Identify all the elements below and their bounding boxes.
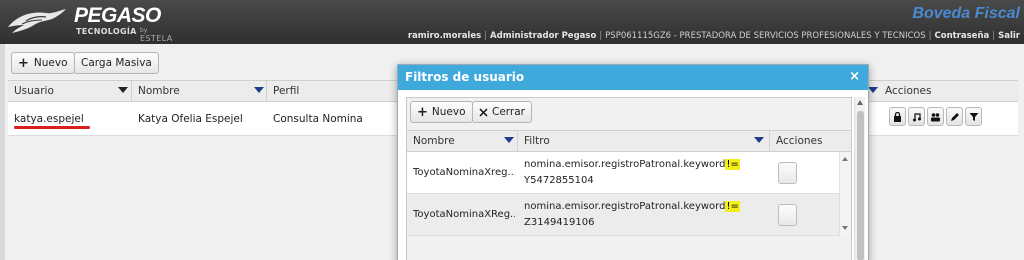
filters-grid-header: Nombre Filtro Acciones [407,130,851,152]
table-row[interactable]: ToyotaNominaXReg... nomina.emisor.regist… [407,194,839,236]
filter-name: ToyotaNominaXReg... [413,209,515,220]
password-link[interactable]: Contraseña [935,31,990,41]
current-user: ramiro.morales [407,31,482,41]
pegaso-logo[interactable]: PEGASO TECNOLOGÍA by ESTELA [4,3,204,43]
operator-highlight: != [725,201,740,212]
filter-icon[interactable] [504,137,514,143]
logo-subtitle: TECNOLOGÍA [76,27,137,36]
user-filters-dialog: Filtros de usuario × + Nuevo Cerrar Nomb… [397,64,869,260]
filter-name: ToyotaNominaXreg... [413,167,515,178]
scroll-up-icon[interactable] [857,100,863,105]
close-icon [479,107,488,117]
logo-estela: ESTELA [140,34,173,43]
logout-link[interactable]: Salir [998,31,1020,41]
scrollbar-thumb[interactable] [857,111,864,260]
row-action-checkbox[interactable] [778,162,797,184]
app-brand-title: Boveda Fiscal [912,5,1020,22]
filter-icon[interactable] [754,137,764,143]
user-info-bar: ramiro.morales | Administrador Pegaso | PSP0… [407,31,1020,41]
scroll-down-icon[interactable] [842,226,848,230]
filters-grid-scrollbar[interactable] [839,152,850,236]
dialog-title-bar[interactable]: Filtros de usuario × [398,65,868,90]
column-filtro[interactable]: Filtro [518,131,770,152]
new-filter-button[interactable]: + Nuevo [410,101,473,123]
dialog-body: + Nuevo Cerrar Nombre Filtro Acciones To… [406,97,852,260]
table-row[interactable]: ToyotaNominaXreg... nomina.emisor.regist… [407,152,839,194]
logo-by: by [140,27,148,34]
dialog-title: Filtros de usuario [405,70,525,84]
user-role: Administrador Pegaso [490,31,597,41]
column-acciones: Acciones [776,135,823,147]
dialog-scrollbar[interactable] [854,97,865,260]
close-icon[interactable]: × [849,69,860,85]
filter-expression: nomina.emisor.registroPatronal.keyword!=… [524,159,740,186]
column-nombre[interactable]: Nombre [407,131,518,152]
app-header: PEGASO TECNOLOGÍA by ESTELA Boveda Fisca… [0,0,1024,44]
row-action-checkbox[interactable] [778,204,797,226]
logo-title: PEGASO [74,4,161,27]
scroll-up-icon[interactable] [842,157,848,161]
close-button[interactable]: Cerrar [472,101,532,123]
operator-highlight: != [725,159,740,170]
plus-icon: + [417,104,428,120]
pegasus-horse-icon [8,9,66,33]
filter-expression: nomina.emisor.registroPatronal.keyword!=… [524,201,740,228]
company-name: PSP061115GZ6 - PRESTADORA DE SERVICIOS P… [605,31,926,41]
